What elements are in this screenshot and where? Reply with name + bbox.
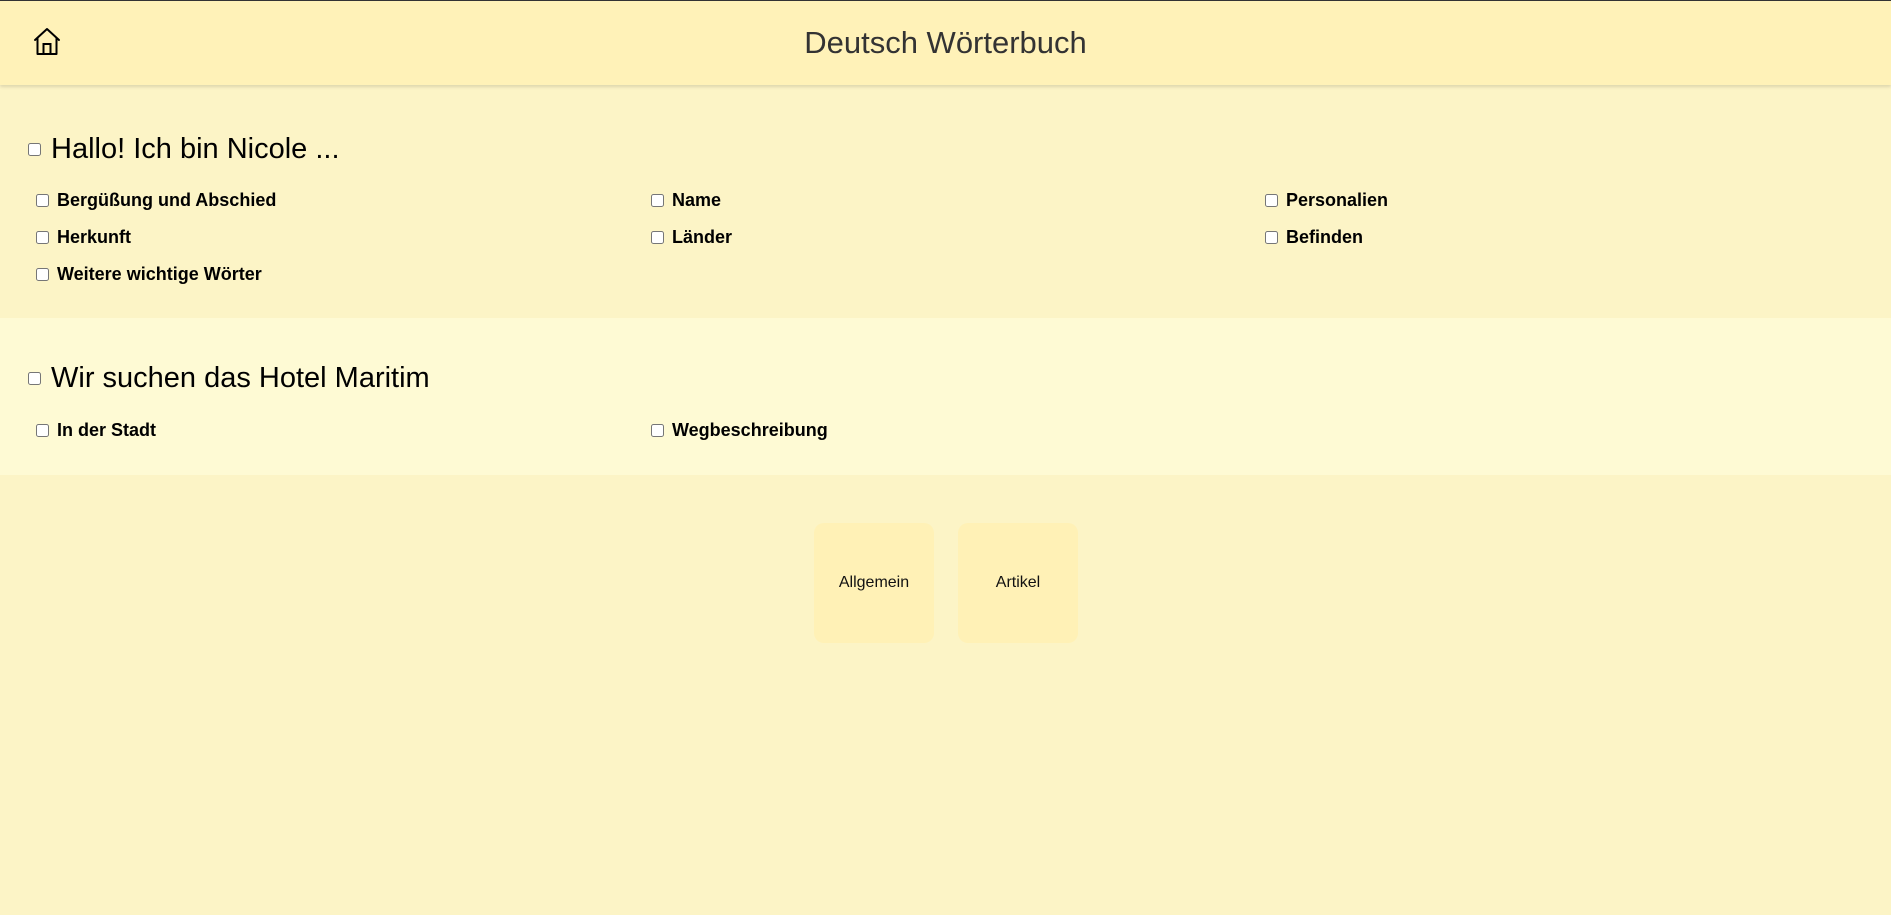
topic-checkbox[interactable]: [651, 194, 664, 207]
topic-item[interactable]: Herkunft: [36, 227, 131, 248]
topic-item[interactable]: Personalien: [1265, 190, 1388, 211]
topic-checkbox[interactable]: [651, 424, 664, 437]
topic-item[interactable]: Wegbeschreibung: [651, 420, 828, 441]
lesson-section-hotel: Wir suchen das Hotel Maritim In der Stad…: [0, 318, 1891, 475]
lesson-title: Wir suchen das Hotel Maritim: [51, 362, 430, 394]
topic-item[interactable]: Länder: [651, 227, 732, 248]
lesson-checkbox[interactable]: [28, 143, 41, 156]
topic-item[interactable]: Name: [651, 190, 721, 211]
topic-item[interactable]: Weitere wichtige Wörter: [36, 264, 262, 285]
general-button[interactable]: Allgemein: [814, 523, 934, 643]
lesson-title: Hallo! Ich bin Nicole ...: [51, 133, 340, 165]
topic-checkbox[interactable]: [36, 424, 49, 437]
topic-checkbox[interactable]: [36, 268, 49, 281]
lesson-section-hallo: Hallo! Ich bin Nicole ... Bergüßung und …: [0, 85, 1891, 318]
topic-label: Personalien: [1286, 190, 1389, 210]
topic-item[interactable]: Befinden: [1265, 227, 1363, 248]
topic-label: Wegbeschreibung: [672, 420, 828, 440]
topic-item[interactable]: Bergüßung und Abschied: [36, 190, 276, 211]
topic-label: Herkunft: [57, 227, 132, 247]
lesson-heading[interactable]: Hallo! Ich bin Nicole ...: [28, 133, 340, 166]
topic-item[interactable]: In der Stadt: [36, 420, 156, 441]
topic-label: Bergüßung und Abschied: [57, 190, 277, 210]
topic-checkbox[interactable]: [36, 194, 49, 207]
article-button[interactable]: Artikel: [958, 523, 1078, 643]
app-header: Deutsch Wörterbuch: [0, 0, 1891, 85]
topic-checkbox[interactable]: [651, 231, 664, 244]
topic-checkbox[interactable]: [36, 231, 49, 244]
topic-label: In der Stadt: [57, 420, 157, 440]
category-buttons: Allgemein Artikel: [814, 523, 1078, 643]
topic-checkbox[interactable]: [1265, 231, 1278, 244]
topic-checkbox[interactable]: [1265, 194, 1278, 207]
topic-label: Länder: [672, 227, 733, 247]
page-title: Deutsch Wörterbuch: [804, 25, 1087, 60]
topic-label: Befinden: [1286, 227, 1364, 247]
topic-label: Weitere wichtige Wörter: [57, 264, 262, 284]
lesson-checkbox[interactable]: [28, 372, 41, 385]
topic-label: Name: [672, 190, 722, 210]
lesson-heading[interactable]: Wir suchen das Hotel Maritim: [28, 362, 430, 395]
